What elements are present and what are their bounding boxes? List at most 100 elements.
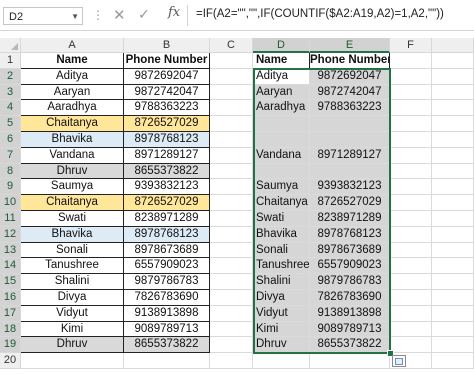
- row-header-9[interactable]: 9: [0, 179, 21, 196]
- blank-cell[interactable]: [432, 132, 474, 148]
- blank-cell[interactable]: [432, 242, 474, 259]
- source-phone-cell[interactable]: 8238971289: [124, 211, 210, 227]
- blank-cell[interactable]: [432, 337, 474, 354]
- source-name-cell[interactable]: Dhruv: [21, 337, 124, 354]
- cell-g1[interactable]: [432, 53, 474, 69]
- blank-cell[interactable]: [390, 100, 432, 117]
- column-header-f[interactable]: F: [390, 38, 432, 53]
- result-phone-cell[interactable]: 9872742047: [310, 84, 390, 101]
- blank-cell[interactable]: [432, 353, 474, 369]
- result-name-cell[interactable]: Vandana: [253, 147, 310, 164]
- blank-cell[interactable]: [210, 274, 253, 290]
- blank-cell[interactable]: [124, 353, 210, 369]
- source-name-cell[interactable]: Chaitanya: [21, 116, 124, 132]
- cell-f1[interactable]: [390, 53, 432, 69]
- result-name-cell[interactable]: Divya: [253, 290, 310, 306]
- blank-cell[interactable]: [432, 147, 474, 164]
- result-phone-cell[interactable]: [310, 132, 390, 148]
- source-name-cell[interactable]: Vidyut: [21, 305, 124, 322]
- blank-cell[interactable]: [432, 321, 474, 338]
- blank-cell[interactable]: [210, 195, 253, 211]
- result-phone-cell[interactable]: 8978768123: [310, 226, 390, 243]
- row-header-11[interactable]: 11: [0, 211, 21, 227]
- result-name-cell[interactable]: Sonali: [253, 242, 310, 259]
- row-header-14[interactable]: 14: [0, 258, 21, 275]
- blank-cell[interactable]: [432, 179, 474, 196]
- blank-cell[interactable]: [210, 100, 253, 117]
- source-name-cell[interactable]: Aditya: [21, 68, 124, 85]
- blank-cell[interactable]: [210, 116, 253, 132]
- result-phone-cell[interactable]: [310, 163, 390, 180]
- result-name-cell[interactable]: Bhavika: [253, 226, 310, 243]
- result-phone-cell[interactable]: 9879786783: [310, 274, 390, 290]
- enter-icon[interactable]: ✓: [138, 6, 150, 23]
- row-header-18[interactable]: 18: [0, 321, 21, 338]
- source-name-cell[interactable]: Divya: [21, 290, 124, 306]
- blank-cell[interactable]: [432, 211, 474, 227]
- blank-cell[interactable]: [390, 84, 432, 101]
- row-header-8[interactable]: 8: [0, 163, 21, 180]
- blank-cell[interactable]: [210, 163, 253, 180]
- blank-cell[interactable]: [432, 305, 474, 322]
- result-phone-cell[interactable]: 8971289127: [310, 147, 390, 164]
- row-header-3[interactable]: 3: [0, 84, 21, 101]
- source-name-cell[interactable]: Chaitanya: [21, 195, 124, 211]
- source-phone-cell[interactable]: 8978768123: [124, 132, 210, 148]
- result-name-cell[interactable]: Saumya: [253, 179, 310, 196]
- row-header-16[interactable]: 16: [0, 290, 21, 306]
- quick-analysis-icon[interactable]: [392, 355, 406, 368]
- row-header-12[interactable]: 12: [0, 226, 21, 243]
- blank-cell[interactable]: [390, 132, 432, 148]
- source-phone-cell[interactable]: 9879786783: [124, 274, 210, 290]
- insert-function-button[interactable]: fx: [168, 5, 180, 20]
- result-name-cell[interactable]: Aditya: [253, 68, 310, 85]
- blank-cell[interactable]: [390, 305, 432, 322]
- source-header-name[interactable]: Name: [21, 53, 124, 69]
- cancel-icon[interactable]: ✕: [113, 6, 126, 24]
- result-name-cell[interactable]: Shalini: [253, 274, 310, 290]
- blank-cell[interactable]: [390, 163, 432, 180]
- blank-cell[interactable]: [390, 242, 432, 259]
- result-name-cell[interactable]: Dhruv: [253, 337, 310, 354]
- source-name-cell[interactable]: Vandana: [21, 147, 124, 164]
- source-phone-cell[interactable]: 9393832123: [124, 179, 210, 196]
- source-phone-cell[interactable]: 8726527029: [124, 195, 210, 211]
- blank-cell[interactable]: [210, 147, 253, 164]
- blank-cell[interactable]: [210, 211, 253, 227]
- blank-cell[interactable]: [210, 226, 253, 243]
- source-phone-cell[interactable]: 6557909023: [124, 258, 210, 275]
- blank-cell[interactable]: [210, 353, 253, 369]
- result-name-cell[interactable]: Aaryan: [253, 84, 310, 101]
- row-header-17[interactable]: 17: [0, 305, 21, 322]
- row-header-2[interactable]: 2: [0, 68, 21, 85]
- column-header-a[interactable]: A: [21, 38, 124, 53]
- source-phone-cell[interactable]: 9089789713: [124, 321, 210, 338]
- source-name-cell[interactable]: Sonali: [21, 242, 124, 259]
- blank-cell[interactable]: [432, 290, 474, 306]
- blank-cell[interactable]: [390, 274, 432, 290]
- result-phone-cell[interactable]: 8726527029: [310, 195, 390, 211]
- blank-cell[interactable]: [210, 242, 253, 259]
- blank-cell[interactable]: [390, 116, 432, 132]
- blank-cell[interactable]: [390, 337, 432, 354]
- source-header-phone[interactable]: Phone Number: [124, 53, 210, 69]
- result-phone-cell[interactable]: 9138913898: [310, 305, 390, 322]
- result-phone-cell[interactable]: 8238971289: [310, 211, 390, 227]
- source-phone-cell[interactable]: 9138913898: [124, 305, 210, 322]
- source-phone-cell[interactable]: 9788363223: [124, 100, 210, 117]
- blank-cell[interactable]: [210, 305, 253, 322]
- result-header-phone[interactable]: Phone Number: [310, 53, 390, 69]
- source-name-cell[interactable]: Aaryan: [21, 84, 124, 101]
- blank-cell[interactable]: [390, 226, 432, 243]
- blank-cell[interactable]: [432, 116, 474, 132]
- result-phone-cell[interactable]: 6557909023: [310, 258, 390, 275]
- source-phone-cell[interactable]: 9872692047: [124, 68, 210, 85]
- blank-cell[interactable]: [432, 226, 474, 243]
- column-header-d[interactable]: D: [253, 38, 310, 53]
- source-phone-cell[interactable]: 8726527029: [124, 116, 210, 132]
- result-phone-cell[interactable]: 7826783690: [310, 290, 390, 306]
- source-name-cell[interactable]: Bhavika: [21, 132, 124, 148]
- blank-cell[interactable]: [432, 68, 474, 85]
- blank-cell[interactable]: [253, 353, 310, 369]
- result-name-cell[interactable]: Kimi: [253, 321, 310, 338]
